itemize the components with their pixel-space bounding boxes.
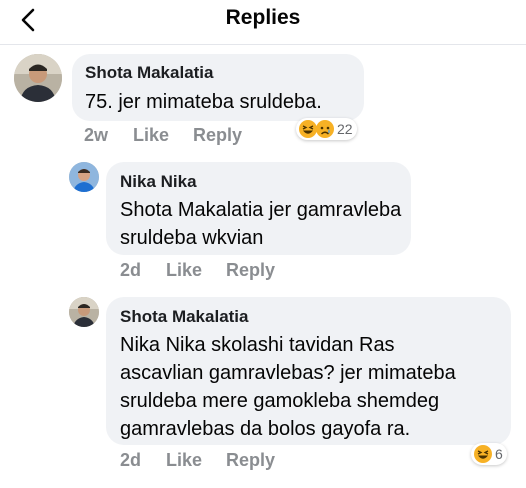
comment-text-line: Shota Makalatia jer gamravleba: [120, 199, 402, 221]
comment-bubble[interactable]: Shota Makalatia 75. jer mimateba sruldeb…: [72, 54, 364, 121]
like-button[interactable]: Like: [133, 125, 169, 146]
like-button[interactable]: Like: [166, 260, 202, 281]
comment-text: 75. jer mimateba sruldeba.: [85, 88, 322, 116]
comment-time: 2w: [84, 125, 109, 145]
comment-text-line: sruldeba mere gamokleba shemdeg: [120, 390, 440, 412]
comment-author[interactable]: Shota Makalatia: [85, 63, 214, 83]
comment-bubble[interactable]: Shota Makalatia Nika Nika skolashi tavid…: [106, 297, 511, 445]
reaction-summary[interactable]: 22: [296, 118, 357, 140]
top-bar: Replies: [0, 0, 526, 45]
sad-icon: [316, 120, 334, 138]
avatar[interactable]: [69, 297, 99, 327]
avatar[interactable]: [69, 162, 99, 192]
reply-button[interactable]: Reply: [226, 450, 275, 471]
comment-text-line: ascavlian gamravlebas? jer mimateba: [120, 362, 456, 384]
comment-author[interactable]: Nika Nika: [120, 172, 197, 192]
comment-text-line: gamravlebas da bolos gayofa ra.: [120, 418, 411, 440]
reaction-summary[interactable]: 6: [471, 443, 507, 465]
reply-button[interactable]: Reply: [226, 260, 275, 281]
avatar[interactable]: [14, 54, 62, 102]
comment-bubble[interactable]: Nika Nika Shota Makalatia jer gamravleba…: [106, 162, 411, 255]
reaction-count: 6: [495, 446, 503, 462]
haha-icon: [474, 445, 492, 463]
comment-text-line: 75. jer mimateba sruldeba.: [85, 91, 322, 113]
comment-time: 2d: [120, 450, 142, 470]
comment-author[interactable]: Shota Makalatia: [120, 307, 249, 327]
comment-time: 2d: [120, 260, 142, 280]
reaction-count: 22: [337, 121, 353, 137]
comment-text: Nika Nika skolashi tavidan Ras ascavlian…: [120, 331, 456, 443]
page-title: Replies: [225, 6, 301, 29]
comment-text: Shota Makalatia jer gamravleba sruldeba …: [120, 196, 401, 252]
comment-text-line: sruldeba wkvian: [120, 227, 264, 249]
reply-button[interactable]: Reply: [193, 125, 242, 146]
like-button[interactable]: Like: [166, 450, 202, 471]
comment-text-line: Nika Nika skolashi tavidan Ras: [120, 334, 395, 356]
